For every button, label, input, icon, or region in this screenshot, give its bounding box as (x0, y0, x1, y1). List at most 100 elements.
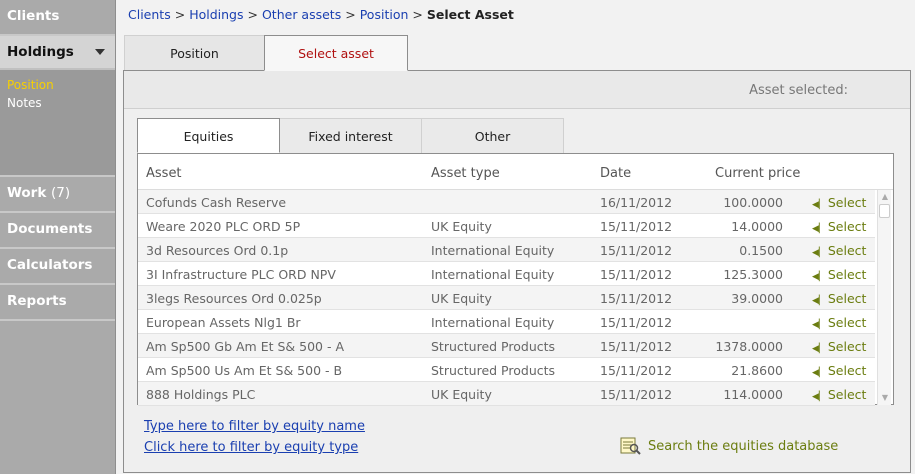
tab-equities[interactable]: Equities (137, 118, 280, 153)
table-row: 888 Holdings PLC UK Equity 15/11/2012 114.0… (138, 382, 875, 406)
filter-by-equity-type-link[interactable]: Click here to filter by equity type (144, 440, 358, 455)
asset-name: Am Sp500 Us Am Et S& 500 - B (146, 363, 343, 378)
speaker-arrow-icon: ◀▏ (812, 368, 826, 378)
asset-type: International Equity (431, 243, 555, 258)
tab-fixed-interest[interactable]: Fixed interest (279, 118, 422, 153)
asset-type: Structured Products (431, 339, 556, 354)
speaker-arrow-icon: ◀▏ (812, 296, 826, 306)
scroll-up-arrow-icon[interactable]: ▲ (878, 190, 892, 204)
asset-price: 114.0000 (723, 387, 783, 402)
table-row: 3legs Resources Ord 0.025p UK Equity 15/11… (138, 286, 875, 310)
nav-reports[interactable]: Reports (0, 285, 115, 321)
asset-type: International Equity (431, 315, 555, 330)
table-row: Weare 2020 PLC ORD 5P UK Equity 15/11/2012… (138, 214, 875, 238)
asset-name: Cofunds Cash Reserve (146, 195, 287, 210)
asset-type: UK Equity (431, 219, 492, 234)
subnav-position[interactable]: Position (7, 76, 108, 94)
table-row: Cofunds Cash Reserve 16/11/2012 100.0000 ◀▏… (138, 190, 875, 214)
asset-name: Am Sp500 Gb Am Et S& 500 - A (146, 339, 344, 354)
asset-name: 3d Resources Ord 0.1p (146, 243, 289, 258)
nav-documents-label: Documents (7, 221, 93, 237)
asset-type: UK Equity (431, 387, 492, 402)
select-link[interactable]: ◀▏ Select (812, 195, 866, 210)
select-label: Select (827, 243, 867, 258)
column-header-date[interactable]: Date (600, 166, 631, 181)
select-label: Select (827, 219, 867, 234)
select-label: Select (827, 267, 867, 282)
nav-holdings-label: Holdings (7, 44, 74, 60)
breadcrumb-position[interactable]: Position (360, 7, 409, 22)
select-link[interactable]: ◀▏ Select (812, 315, 866, 330)
column-header-current-price[interactable]: Current price (715, 166, 800, 181)
select-link[interactable]: ◀▏ Select (812, 363, 866, 378)
tab-position[interactable]: Position (124, 35, 265, 71)
table-header: Asset Asset type Date Current price (138, 154, 893, 190)
asset-price: 1378.0000 (715, 339, 783, 354)
asset-type: International Equity (431, 267, 555, 282)
nav-reports-label: Reports (7, 293, 67, 309)
speaker-arrow-icon: ◀▏ (812, 344, 826, 354)
speaker-arrow-icon: ◀▏ (812, 224, 826, 234)
asset-date: 15/11/2012 (600, 219, 673, 234)
breadcrumb-separator: > (247, 7, 258, 22)
table-row: 3d Resources Ord 0.1p International Equit… (138, 238, 875, 262)
nav-clients[interactable]: Clients (0, 0, 115, 36)
select-link[interactable]: ◀▏ Select (812, 243, 866, 258)
column-header-asset-type[interactable]: Asset type (431, 166, 500, 181)
nav-documents[interactable]: Documents (0, 213, 115, 249)
nav-holdings[interactable]: Holdings (0, 36, 115, 70)
nav-work-label: Work (7, 185, 47, 201)
asset-date: 15/11/2012 (600, 387, 673, 402)
select-link[interactable]: ◀▏ Select (812, 219, 866, 234)
asset-type: Structured Products (431, 363, 556, 378)
nav-calculators[interactable]: Calculators (0, 249, 115, 285)
asset-date: 15/11/2012 (600, 267, 673, 282)
column-header-asset[interactable]: Asset (146, 166, 182, 181)
tab-select-asset[interactable]: Select asset (264, 35, 408, 71)
nav-work[interactable]: Work (7) (0, 177, 115, 213)
select-label: Select (827, 291, 867, 306)
tab-other[interactable]: Other (421, 118, 564, 153)
speaker-arrow-icon: ◀▏ (812, 272, 826, 282)
subnav-notes[interactable]: Notes (7, 94, 108, 112)
chevron-down-icon (95, 49, 105, 55)
asset-date: 15/11/2012 (600, 339, 673, 354)
scrollbar-thumb[interactable] (879, 204, 890, 218)
table-scrollbar[interactable]: ▲ ▼ (877, 190, 891, 405)
breadcrumb-current: Select Asset (426, 7, 514, 22)
asset-price: 14.0000 (731, 219, 783, 234)
asset-name: 888 Holdings PLC (146, 387, 256, 402)
work-count-badge: (7) (51, 185, 71, 201)
select-link[interactable]: ◀▏ Select (812, 339, 866, 354)
breadcrumb-holdings[interactable]: Holdings (189, 7, 243, 22)
asset-price: 125.3000 (723, 267, 783, 282)
speaker-arrow-icon: ◀▏ (812, 248, 826, 258)
asset-name: 3legs Resources Ord 0.025p (146, 291, 322, 306)
filter-by-equity-name-link[interactable]: Type here to filter by equity name (144, 419, 365, 434)
breadcrumb-separator: > (412, 7, 423, 22)
asset-date: 15/11/2012 (600, 291, 673, 306)
table-row: Am Sp500 Us Am Et S& 500 - B Structured P… (138, 358, 875, 382)
asset-selected-label: Asset selected: (124, 71, 910, 109)
asset-date: 15/11/2012 (600, 243, 673, 258)
breadcrumb-separator: > (174, 7, 186, 22)
search-equities-database-label: Search the equities database (648, 438, 839, 454)
breadcrumb: Clients > Holdings > Other assets > Position > S… (128, 7, 514, 22)
select-label: Select (827, 195, 867, 210)
scroll-down-arrow-icon[interactable]: ▼ (878, 391, 892, 405)
table-body: Cofunds Cash Reserve 16/11/2012 100.0000 ◀▏… (138, 190, 875, 406)
speaker-arrow-icon: ◀▏ (812, 200, 826, 210)
asset-price: 0.1500 (739, 243, 783, 258)
select-label: Select (827, 363, 867, 378)
table-row: 3I Infrastructure PLC ORD NPV Internation… (138, 262, 875, 286)
asset-price: 21.8600 (731, 363, 783, 378)
search-equities-database-link[interactable]: Search the equities database (620, 437, 838, 455)
select-link[interactable]: ◀▏ Select (812, 291, 866, 306)
search-document-icon (620, 437, 641, 455)
breadcrumb-clients[interactable]: Clients (128, 7, 171, 22)
select-link[interactable]: ◀▏ Select (812, 387, 866, 402)
breadcrumb-other-assets[interactable]: Other assets (262, 7, 341, 22)
select-label: Select (827, 315, 867, 330)
table-row: Am Sp500 Gb Am Et S& 500 - A Structured P… (138, 334, 875, 358)
select-link[interactable]: ◀▏ Select (812, 267, 866, 282)
